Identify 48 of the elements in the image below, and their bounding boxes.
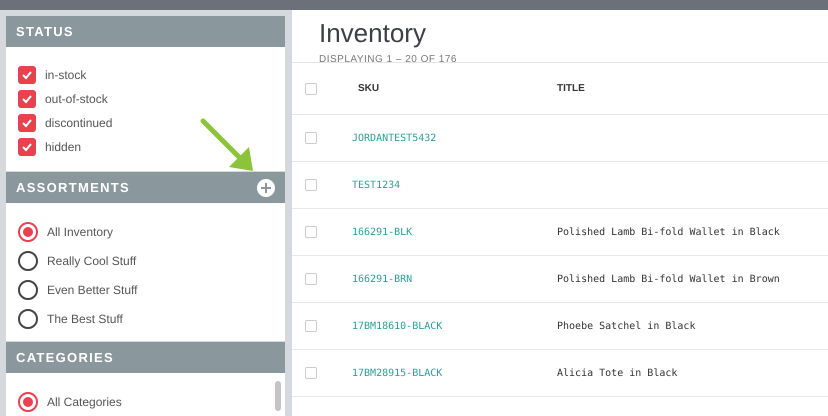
option-label: hidden — [45, 138, 82, 156]
checkbox[interactable] — [18, 138, 36, 156]
select-all-checkbox[interactable] — [305, 82, 317, 94]
checkbox[interactable] — [18, 66, 36, 84]
sku-link[interactable]: 17BM18610-BLACK — [352, 318, 557, 334]
title-cell-text: Polished Lamb Bi-fold Wallet in Brown — [557, 272, 780, 286]
option-label: The Best Stuff — [47, 310, 123, 328]
radio-button[interactable] — [18, 392, 38, 412]
row-checkbox[interactable] — [305, 179, 317, 191]
title-cell-text: Phoebe Satchel in Black — [557, 320, 696, 334]
sku-link[interactable]: 166291-BLK — [352, 224, 557, 240]
option-label: All Categories — [47, 394, 122, 411]
row-checkbox[interactable] — [305, 273, 317, 285]
option-label: out-of-stock — [45, 90, 108, 108]
checkbox[interactable] — [18, 90, 36, 108]
check-icon — [21, 116, 33, 129]
sku-link[interactable]: JORDANTEST5432 — [352, 130, 557, 146]
row-checkbox[interactable] — [305, 320, 317, 332]
column-header[interactable]: SKU — [352, 81, 557, 96]
section-title: CATEGORIES — [16, 348, 114, 367]
sku-link[interactable]: 166291-BRN — [352, 272, 557, 286]
check-icon — [21, 68, 33, 81]
section-title: STATUS — [16, 22, 74, 41]
result-count: DISPLAYING 1 – 20 OF 176 — [319, 53, 458, 67]
section-title: ASSORTMENTS — [16, 179, 130, 198]
scrollbar[interactable] — [275, 381, 281, 412]
option-label: in-stock — [45, 66, 86, 84]
row-checkbox[interactable] — [305, 226, 317, 238]
option-label: Even Better Stuff — [47, 282, 138, 299]
radio-button[interactable] — [18, 250, 38, 271]
sku-link[interactable]: TEST1234 — [352, 178, 557, 192]
row-checkbox[interactable] — [305, 367, 317, 379]
page-title: Inventory — [319, 18, 427, 48]
row-checkbox[interactable] — [305, 132, 317, 144]
check-icon — [21, 92, 33, 105]
radio-button[interactable] — [18, 308, 38, 329]
option-label: All Inventory — [47, 224, 114, 241]
column-header[interactable]: TITLE — [557, 81, 585, 96]
radio-button[interactable] — [18, 280, 38, 300]
checkbox[interactable] — [18, 114, 36, 132]
radio-button[interactable] — [18, 222, 38, 242]
title-cell-text: Polished Lamb Bi-fold Wallet in Black — [557, 226, 780, 240]
check-icon — [21, 140, 33, 153]
sku-link[interactable]: 17BM28915-BLACK — [352, 366, 557, 380]
option-label: discontinued — [45, 114, 112, 132]
option-label: Really Cool Stuff — [47, 252, 136, 270]
add-icon[interactable] — [257, 178, 275, 197]
title-cell-text: Alicia Tote in Black — [557, 366, 678, 380]
